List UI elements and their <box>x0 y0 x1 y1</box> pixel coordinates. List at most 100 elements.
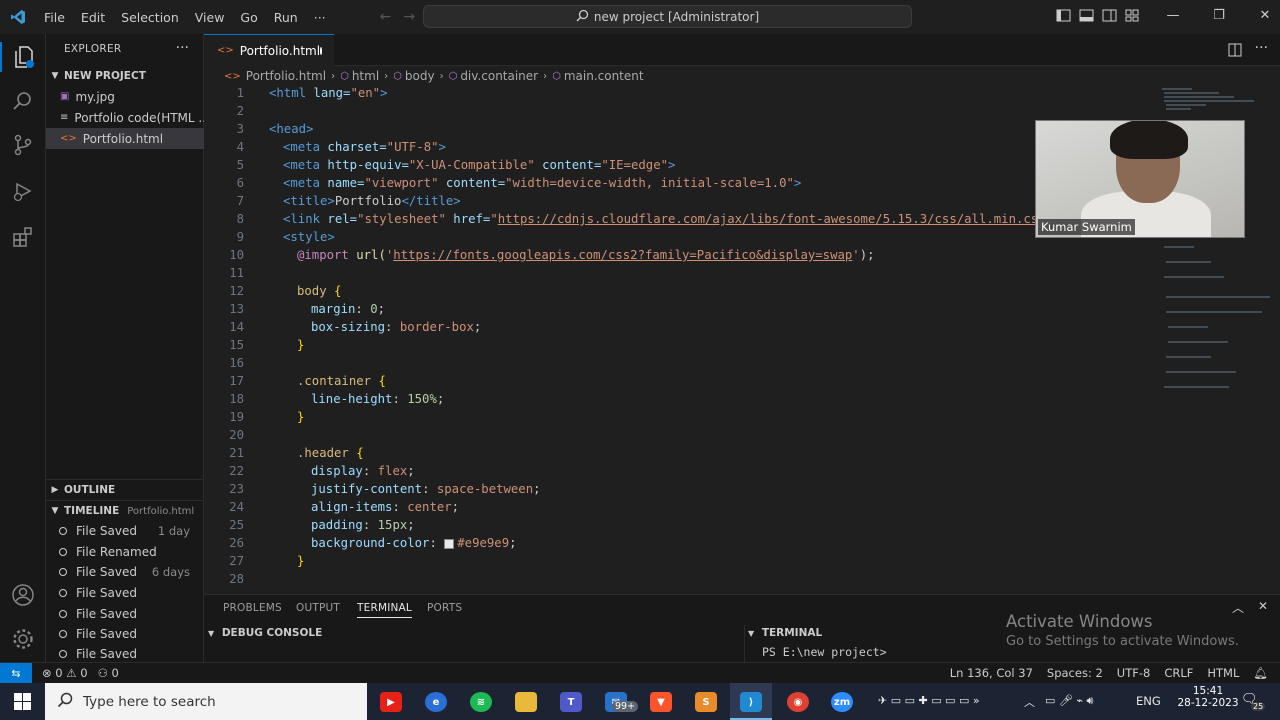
sublime-icon[interactable]: S <box>695 692 717 712</box>
indentation[interactable]: Spaces: 2 <box>1047 666 1103 680</box>
timeline-item[interactable]: File Saved <box>46 624 204 644</box>
menu-selection[interactable]: Selection <box>113 10 187 25</box>
split-editor-icon[interactable] <box>1228 43 1242 60</box>
tab-terminal[interactable]: TERMINAL <box>357 602 412 618</box>
encoding[interactable]: UTF-8 <box>1117 666 1151 680</box>
timeline-item[interactable]: File Saved <box>46 644 204 664</box>
menu-go[interactable]: Go <box>232 10 265 25</box>
terminal-header[interactable]: ▼ TERMINAL <box>748 627 822 639</box>
link-url[interactable]: https://cdnjs.cloudflare.com/ajax/libs/f… <box>498 212 1046 226</box>
forward-arrow-icon[interactable]: → <box>403 9 415 25</box>
file-name: Portfolio code(HTML ... <box>74 110 204 125</box>
breadcrumb-item[interactable]: Portfolio.html <box>246 69 326 83</box>
unsaved-dot-icon[interactable] <box>320 46 322 55</box>
file-name: Portfolio.html <box>82 131 164 146</box>
link-url[interactable]: https://fonts.googleapis.com/css2?family… <box>393 248 852 262</box>
chevron-up-icon[interactable]: ︿ <box>1024 694 1035 710</box>
menu-run[interactable]: Run <box>266 10 306 25</box>
chevron-right-icon: ▶ <box>51 485 59 495</box>
remote-icon[interactable]: ⇆ <box>0 662 32 684</box>
tray-app-icons[interactable]: ✈ ▭ ▭ ✚ ▭ ▭ ▭ » <box>878 694 980 707</box>
color-swatch[interactable] <box>444 538 455 549</box>
file-item-active[interactable]: <> Portfolio.html <box>46 128 204 149</box>
breadcrumb-item[interactable]: div.container <box>460 69 538 83</box>
file-item[interactable]: ▣ my.jpg <box>46 86 204 107</box>
debug-console-header[interactable]: ▼ DEBUG CONSOLE <box>208 627 322 639</box>
account-icon[interactable] <box>10 582 36 608</box>
timeline-item[interactable]: File Saved <box>46 583 204 603</box>
spotify-icon[interactable]: ≋ <box>470 692 492 712</box>
brave-icon[interactable]: ▼ <box>650 692 672 712</box>
breadcrumb-item[interactable]: main.content <box>564 69 644 83</box>
activity-bar <box>0 34 46 662</box>
timeline-section[interactable]: ▼ TIMELINE Portfolio.html <box>46 500 204 521</box>
line-number: 24 <box>229 500 244 514</box>
more-actions-icon[interactable]: ··· <box>176 40 189 56</box>
breadcrumb-item[interactable]: body <box>405 69 435 83</box>
project-section[interactable]: ▼ NEW PROJECT <box>46 65 204 86</box>
element-icon: ⬡ <box>448 70 458 82</box>
close-icon[interactable]: ✕ <box>1242 8 1280 23</box>
problems-status[interactable]: ⊗ 0 ⚠ 0 <box>42 666 88 680</box>
vscode-taskbar-icon[interactable]: ⟩ <box>740 692 762 712</box>
menu-view[interactable]: View <box>187 10 233 25</box>
line-ending[interactable]: CRLF <box>1164 666 1193 680</box>
menu-file[interactable]: File <box>36 10 73 25</box>
customize-layout-icon[interactable] <box>1125 8 1140 26</box>
terminal-prompt[interactable]: PS E:\new project> <box>762 645 887 659</box>
menu-edit[interactable]: Edit <box>73 10 113 25</box>
extensions-icon[interactable] <box>10 224 36 250</box>
gear-icon[interactable] <box>10 626 36 652</box>
maximize-icon[interactable]: ❐ <box>1196 8 1242 23</box>
breadcrumb-item[interactable]: html <box>352 69 379 83</box>
back-arrow-icon[interactable]: ← <box>380 9 392 25</box>
taskbar-search[interactable]: Type here to search <box>45 683 367 720</box>
line-number: 6 <box>236 176 244 190</box>
timeline-item[interactable]: File Saved 1 day <box>46 521 204 541</box>
source-control-icon[interactable] <box>10 132 36 158</box>
more-actions-icon[interactable]: ··· <box>1255 40 1268 56</box>
language-mode[interactable]: HTML <box>1207 666 1239 680</box>
youtube-icon[interactable]: ▶ <box>380 692 402 712</box>
zoom-icon[interactable]: zm <box>831 692 853 712</box>
clock[interactable]: 15:41 28-12-2023 <box>1176 685 1240 709</box>
toggle-sidebar-icon[interactable] <box>1056 8 1071 26</box>
timeline-label: File Saved <box>76 607 137 621</box>
file-item[interactable]: ≡ Portfolio code(HTML ... <box>46 107 204 128</box>
tray-icons[interactable]: ▭ 🎤︎ ⌁ 🔊︎ <box>1045 694 1093 708</box>
chrome-icon[interactable]: ◉ <box>787 692 809 712</box>
edge-icon[interactable]: e <box>425 692 447 712</box>
close-panel-icon[interactable]: ✕ <box>1258 599 1268 613</box>
ports-status[interactable]: ⚇ 0 <box>98 666 119 680</box>
tab-problems[interactable]: PROBLEMS <box>223 602 282 614</box>
menu-more[interactable]: ··· <box>306 10 334 25</box>
toggle-panel-icon[interactable] <box>1079 8 1094 26</box>
windows-start-icon[interactable] <box>0 683 45 720</box>
run-debug-icon[interactable] <box>10 178 36 204</box>
search-icon[interactable] <box>10 88 36 114</box>
cursor-position[interactable]: Ln 136, Col 37 <box>950 666 1033 680</box>
code-editor[interactable]: 1 <html lang="en"> 2 3 <head> 4 <meta chars… <box>204 86 1154 586</box>
timeline-item[interactable]: File Saved 6 days <box>46 562 204 582</box>
timeline-item[interactable]: File Saved <box>46 604 204 624</box>
command-center[interactable]: new project [Administrator] <box>423 5 912 28</box>
layout-controls <box>1056 8 1140 26</box>
chevron-up-icon[interactable]: ︿ <box>1232 599 1244 616</box>
notifications-icon[interactable]: 🔔︎ <box>1253 666 1268 680</box>
teams-icon[interactable]: T <box>560 692 582 712</box>
terminal-title: TERMINAL <box>761 627 823 639</box>
tab-portfolio-html[interactable]: <> Portfolio.html <box>204 34 334 66</box>
line-number: 21 <box>229 446 244 460</box>
timeline-item[interactable]: File Renamed <box>46 542 204 562</box>
file-name: my.jpg <box>75 89 115 104</box>
code-line: .header { <box>297 446 364 460</box>
input-language[interactable]: ENG <box>1136 694 1161 708</box>
chevron-right-icon: › <box>384 70 389 82</box>
folder-icon[interactable] <box>515 692 537 712</box>
tab-output[interactable]: OUTPUT <box>296 602 340 614</box>
tab-ports[interactable]: PORTS <box>427 602 462 614</box>
explorer-icon[interactable] <box>0 42 46 72</box>
minimize-icon[interactable]: — <box>1150 8 1196 23</box>
outline-section[interactable]: ▶ OUTLINE <box>46 479 204 500</box>
toggle-secondary-sidebar-icon[interactable] <box>1102 8 1117 26</box>
